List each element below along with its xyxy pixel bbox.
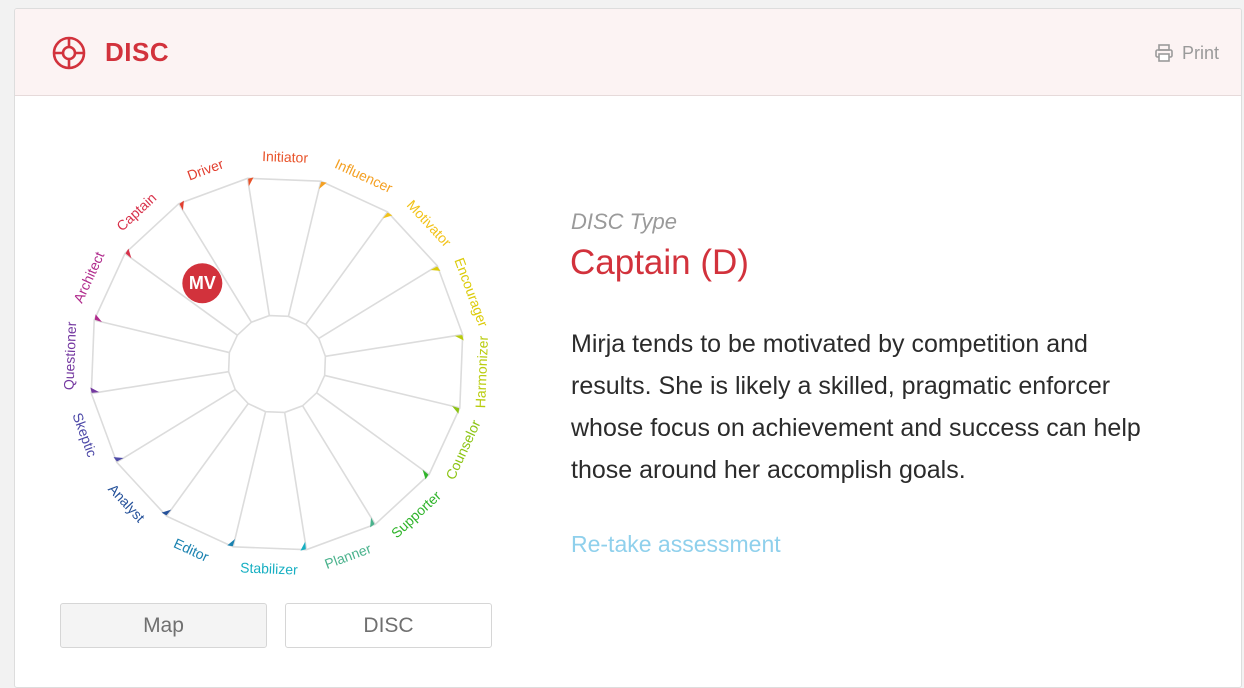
- tab-disc[interactable]: DISC: [285, 603, 492, 648]
- wheel-spoke: [178, 203, 253, 323]
- segment-label-architect[interactable]: Architect: [70, 249, 107, 305]
- segment-label-motivator[interactable]: Motivator: [404, 197, 455, 250]
- segment-label-harmonizer[interactable]: Harmonizer: [472, 335, 491, 408]
- segment-label-stabilizer[interactable]: Stabilizer: [240, 559, 299, 577]
- disc-wheel: Initiator Influencer Motivator Encourager Ha…: [55, 129, 495, 589]
- wheel-inner-ring: [227, 314, 327, 414]
- segment-marker-stabilizer: [300, 541, 306, 551]
- user-marker[interactable]: MV: [182, 263, 223, 304]
- wheel-spoke: [301, 405, 376, 525]
- wheel-spoke: [318, 265, 438, 340]
- wheel-spoke: [246, 178, 271, 316]
- wheel-spoke: [324, 374, 460, 409]
- print-label: Print: [1181, 42, 1219, 63]
- segment-label-initiator[interactable]: Initiator: [262, 148, 309, 166]
- card-header: DISC Print: [15, 9, 1241, 96]
- wheel-spoke: [232, 411, 267, 547]
- wheel-spoke: [305, 211, 389, 325]
- segment-label-driver[interactable]: Driver: [185, 155, 226, 183]
- segment-label-planner[interactable]: Planner: [322, 540, 373, 572]
- wheel-spoke: [316, 392, 430, 476]
- retake-assessment-link[interactable]: Re-take assessment: [571, 531, 781, 558]
- disc-type-value: Captain (D): [570, 243, 749, 282]
- wheel-spoke: [165, 403, 249, 517]
- segment-label-questioner[interactable]: Questioner: [61, 321, 80, 390]
- printer-icon: [1155, 44, 1173, 62]
- wheel-spoke: [287, 181, 322, 317]
- segment-label-influencer[interactable]: Influencer: [333, 156, 396, 196]
- compass-target-icon: [52, 36, 86, 70]
- segment-marker-questioner: [90, 387, 100, 393]
- disc-wheel-chart: Initiator InfluencerMotivatorEncouragerHa…: [61, 148, 492, 578]
- disc-description: Mirja tends to be motivated by competiti…: [571, 330, 1141, 484]
- print-button[interactable]: Print: [1154, 41, 1219, 65]
- segment-marker-harmonizer: [454, 335, 464, 341]
- wheel-spoke: [116, 388, 236, 463]
- segment-label-analyst[interactable]: Analyst: [105, 481, 148, 526]
- wheel-spoke: [283, 412, 308, 550]
- segment-label-counselor[interactable]: Counselor: [442, 417, 483, 482]
- wheel-spoke: [91, 370, 229, 395]
- segment-marker-initiator: [248, 177, 254, 187]
- disc-card: DISC Print Initiator Influencer Motivator E…: [14, 8, 1242, 688]
- wheel-spoke: [124, 252, 238, 336]
- segment-label-supporter[interactable]: Supporter: [388, 487, 444, 541]
- disc-type-label: DISC Type: [571, 209, 677, 234]
- wheel-spoke: [325, 333, 463, 358]
- segment-label-skeptic[interactable]: Skeptic: [69, 411, 100, 460]
- user-marker-initials: MV: [189, 273, 216, 293]
- page-title: DISC: [105, 37, 170, 67]
- wheel-spoke: [94, 319, 230, 354]
- tab-map[interactable]: Map: [60, 603, 267, 648]
- segment-label-editor[interactable]: Editor: [171, 535, 211, 565]
